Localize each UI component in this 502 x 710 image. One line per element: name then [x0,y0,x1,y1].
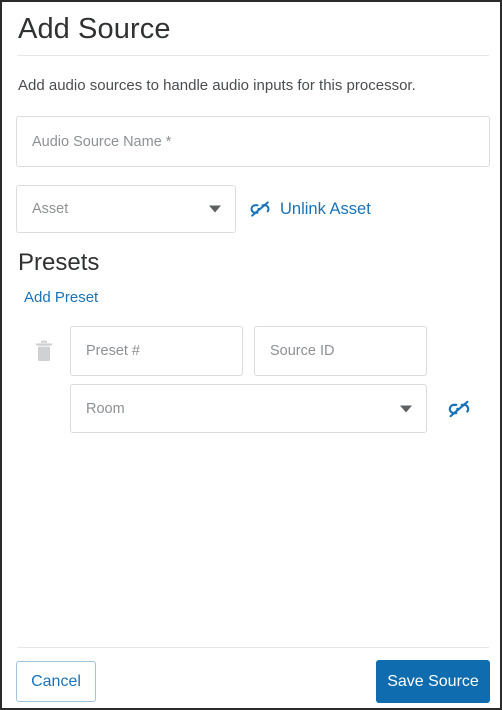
audio-source-name-placeholder: Audio Source Name * [32,133,172,150]
trash-icon[interactable] [35,340,53,362]
audio-source-name-field[interactable]: Audio Source Name * [16,116,490,167]
page-title: Add Source [18,13,171,45]
preset-number-field[interactable]: Preset # [70,326,243,376]
preset-number-placeholder: Preset # [86,343,140,359]
unlink-room-icon[interactable] [446,396,472,422]
source-id-field[interactable]: Source ID [254,326,427,376]
header-divider [17,55,489,56]
unlink-asset-label: Unlink Asset [280,200,371,218]
chevron-down-icon [400,405,412,412]
unlink-asset-button[interactable]: Unlink Asset [248,194,371,224]
footer-divider [17,647,489,648]
asset-select[interactable]: Asset [16,185,236,233]
dialog-description: Add audio sources to handle audio inputs… [18,77,416,94]
add-source-dialog: Add Source Add audio sources to handle a… [0,0,502,710]
add-preset-link[interactable]: Add Preset [24,288,98,308]
cancel-button[interactable]: Cancel [16,661,96,702]
room-select-placeholder: Room [86,400,125,417]
chevron-down-icon [209,205,221,213]
presets-heading: Presets [18,249,100,276]
link-off-icon [248,197,272,221]
save-source-button[interactable]: Save Source [376,660,490,703]
source-id-placeholder: Source ID [270,343,335,359]
asset-select-placeholder: Asset [32,201,69,217]
dialog-body: Add Source Add audio sources to handle a… [2,2,500,708]
room-select[interactable]: Room [70,384,427,433]
